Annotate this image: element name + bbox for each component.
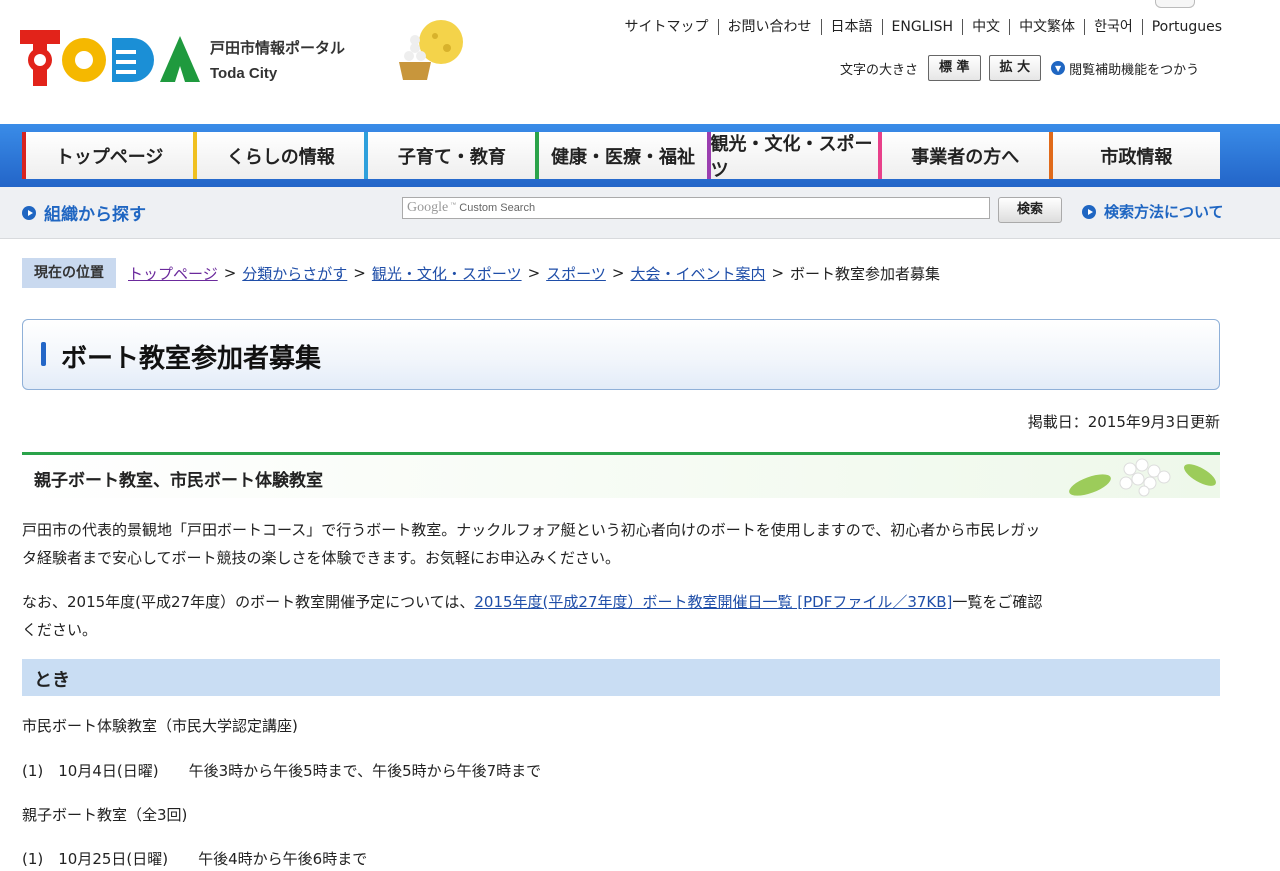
arrow-right-icon xyxy=(22,205,36,220)
intro-paragraph: 戸田市の代表的景観地「戸田ボートコース」で行うボート教室。ナックルフォア艇という… xyxy=(22,516,1222,572)
font-size-controls: 文字の大きさ 標 準 拡 大 ▼ 閲覧補助機能をつかう xyxy=(840,55,1199,81)
breadcrumb-separator: > xyxy=(353,264,366,282)
breadcrumb-separator: > xyxy=(611,264,625,282)
flower-decoration-icon xyxy=(1069,458,1216,497)
korean-link[interactable]: 한국어 xyxy=(1084,19,1142,35)
chinese-traditional-link[interactable]: 中文繁体 xyxy=(1009,19,1084,35)
breadcrumb-separator: > xyxy=(527,264,541,282)
global-nav-items: トップページ くらしの情報 子育て・教育 健康・医療・福祉 観光・文化・スポーツ… xyxy=(22,132,1220,181)
global-nav: トップページ くらしの情報 子育て・教育 健康・医療・福祉 観光・文化・スポーツ… xyxy=(0,124,1280,187)
nav-item-childcare[interactable]: 子育て・教育 xyxy=(364,132,536,179)
a11y-label: 閲覧補助機能をつかう xyxy=(1069,62,1200,78)
search-placeholder: Custom Search xyxy=(459,202,536,214)
page-title-box: ボート教室参加者募集 xyxy=(22,319,1220,390)
nav-item-tourism[interactable]: 観光・文化・スポーツ xyxy=(706,132,878,181)
intro-line: タ経験者まで安心してボート競技の楽しさを体験できます。お気軽にお申込みください。 xyxy=(22,549,621,567)
util-tab[interactable] xyxy=(1155,0,1195,8)
a11y-link[interactable]: ▼ 閲覧補助機能をつかう xyxy=(1051,59,1199,78)
search-help-link[interactable]: 検索方法について xyxy=(1082,201,1224,222)
nav-label: 事業者の方へ xyxy=(911,146,1020,168)
course-name: 親子ボート教室（全3回) xyxy=(22,806,188,824)
schedule-text: 一覧をご確認 xyxy=(952,593,1043,611)
nav-label: トップページ xyxy=(55,146,164,168)
section-title: とき xyxy=(34,670,70,691)
nav-label: 子育て・教育 xyxy=(397,146,506,168)
breadcrumb-link-top[interactable]: トップページ xyxy=(128,263,218,284)
section-heading-when: とき xyxy=(22,659,1220,696)
breadcrumb-separator: > xyxy=(771,264,785,282)
font-standard-button[interactable]: 標 準 xyxy=(928,55,981,81)
arrow-right-icon xyxy=(1082,204,1096,219)
nav-item-business[interactable]: 事業者の方へ xyxy=(877,132,1049,179)
nav-item-living[interactable]: くらしの情報 xyxy=(193,132,365,179)
google-brand: Google xyxy=(407,200,449,215)
utility-links: サイトマップ お問い合わせ 日本語 ENGLISH 中文 中文繁体 한국어 Po… xyxy=(616,16,1222,38)
breadcrumb-current: ボート教室参加者募集 xyxy=(790,264,941,283)
portuguese-link[interactable]: Portugues xyxy=(1141,19,1222,35)
breadcrumb: 現在の位置 トップページ > 分類からさがす > 観光・文化・スポーツ > スポ… xyxy=(22,258,940,288)
section-title: 親子ボート教室、市民ボート体験教室 xyxy=(34,471,323,491)
city-name: Toda City xyxy=(210,65,278,82)
breadcrumb-separator: > xyxy=(223,264,237,282)
page-title: ボート教室参加者募集 xyxy=(61,344,322,374)
breadcrumb-link-tourism[interactable]: 観光・文化・スポーツ xyxy=(372,263,522,284)
english-link[interactable]: ENGLISH xyxy=(881,19,963,35)
search-button[interactable]: 検索 xyxy=(998,197,1062,223)
font-large-button[interactable]: 拡 大 xyxy=(988,55,1042,81)
toda-logo[interactable] xyxy=(20,26,202,88)
nav-item-health[interactable]: 健康・医療・福祉 xyxy=(535,132,707,179)
font-size-label: 文字の大きさ xyxy=(840,62,919,78)
breadcrumb-link-sports[interactable]: スポーツ xyxy=(546,263,606,284)
chinese-link[interactable]: 中文 xyxy=(962,19,1009,35)
post-date: 掲載日：2015年9月3日更新 xyxy=(1027,413,1220,431)
japanese-link[interactable]: 日本語 xyxy=(820,19,882,35)
site-header: 戸田市情報ポータル Toda City サイトマップ お問い合わせ 日本語 EN… xyxy=(0,0,1280,124)
title-accent-bar xyxy=(41,342,46,366)
section-heading: 親子ボート教室、市民ボート体験教室 xyxy=(22,452,1220,498)
schedule-pdf-link[interactable]: 2015年度(平成27年度）ボート教室開催日一覧 [PDFファイル／37KB] xyxy=(474,593,952,611)
contact-link[interactable]: お問い合わせ xyxy=(717,19,821,35)
breadcrumb-link-category[interactable]: 分類からさがす xyxy=(242,263,347,284)
course-date: (1) 10月4日(日曜) 午後3時から午後5時まで、午後5時から午後7時まで xyxy=(22,762,542,780)
course-name: 市民ボート体験教室（市民大学認定講座) xyxy=(22,717,298,735)
search-input[interactable]: Google ™ Custom Search xyxy=(402,197,990,219)
course-date: (1) 10月25日(日曜) 午後4時から午後6時まで xyxy=(22,850,368,868)
org-link-label: 組織から探す xyxy=(44,205,146,225)
portal-name: 戸田市情報ポータル xyxy=(210,39,346,57)
how-link-label: 検索方法について xyxy=(1104,203,1224,221)
mascot-moon-icon xyxy=(395,16,465,82)
nav-label: くらしの情報 xyxy=(226,146,335,168)
nav-item-top[interactable]: トップページ xyxy=(22,132,194,179)
nav-item-government[interactable]: 市政情報 xyxy=(1048,132,1220,179)
schedule-text: ください。 xyxy=(22,621,98,639)
breadcrumb-label: 現在の位置 xyxy=(22,258,116,288)
nav-label: 観光・文化・スポーツ xyxy=(710,133,873,181)
nav-label: 市政情報 xyxy=(1100,146,1173,168)
nav-label: 健康・医療・福祉 xyxy=(550,146,695,168)
org-search-link[interactable]: 組織から探す xyxy=(22,200,146,225)
chevron-down-icon: ▼ xyxy=(1051,61,1066,75)
schedule-text: なお、2015年度(平成27年度）のボート教室開催予定については、 xyxy=(22,593,475,611)
breadcrumb-link-events[interactable]: 大会・イベント案内 xyxy=(630,263,765,284)
sitemap-link[interactable]: サイトマップ xyxy=(616,19,718,35)
intro-line: 戸田市の代表的景観地「戸田ボートコース」で行うボート教室。ナックルフォア艇という… xyxy=(22,521,1041,539)
search-bar: 組織から探す Google ™ Custom Search 検索 検索方法について xyxy=(0,187,1280,239)
schedule-paragraph: なお、2015年度(平成27年度）のボート教室開催予定については、2015年度(… xyxy=(22,588,1222,644)
